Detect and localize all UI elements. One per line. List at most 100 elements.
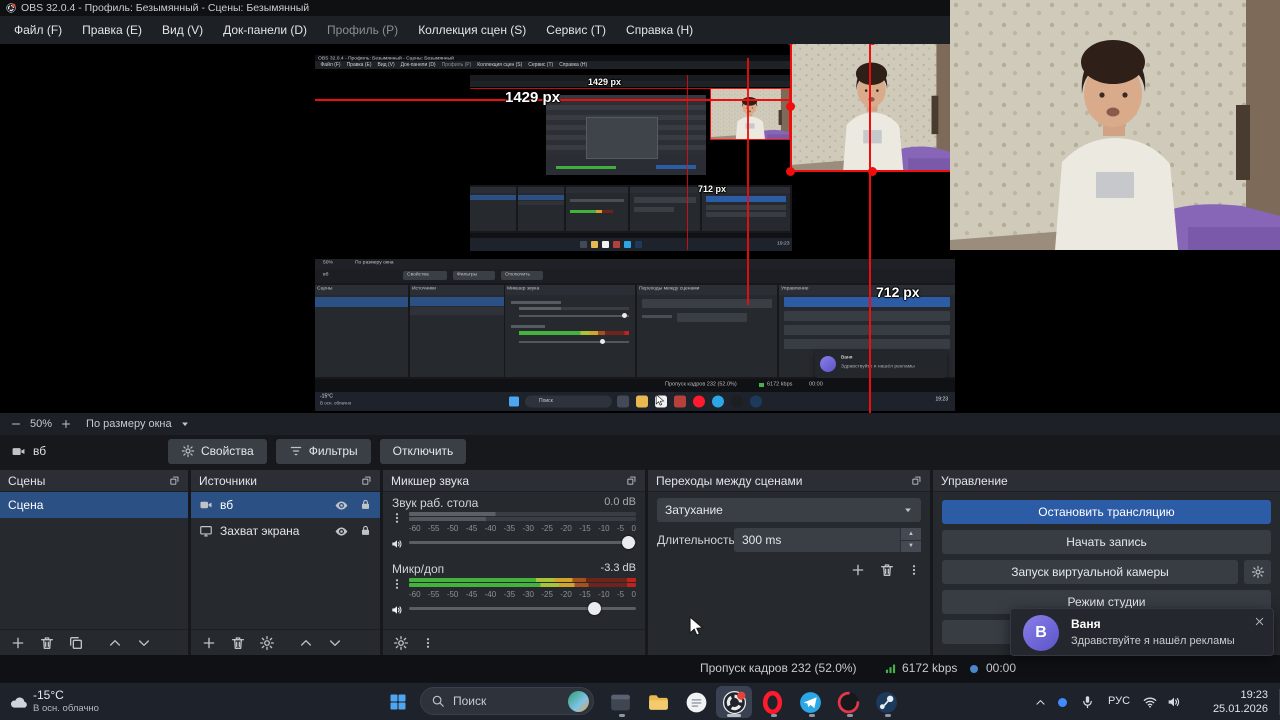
- taskbar-opera-icon[interactable]: [754, 686, 790, 718]
- menu-help[interactable]: Справка (H): [616, 18, 703, 42]
- zoom-out-icon[interactable]: [10, 418, 22, 430]
- visibility-eye-icon[interactable]: [334, 524, 349, 539]
- duration-spinner[interactable]: ▲ ▼: [900, 528, 921, 552]
- source-item-screen-capture[interactable]: Захват экрана: [191, 518, 380, 544]
- volume-slider[interactable]: [409, 536, 636, 549]
- tray-blue-icon[interactable]: [1058, 698, 1067, 707]
- disable-button[interactable]: Отключить: [379, 438, 467, 464]
- resize-guide-vertical: [869, 44, 871, 413]
- meter-scale: -60 -55 -50 -45 -40 -35 -30 -25 -20 -15 -10 -5 0: [409, 524, 636, 533]
- move-source-up-icon[interactable]: [298, 635, 314, 651]
- transitions-toolbar: [850, 562, 920, 578]
- channel-options-icon[interactable]: [391, 512, 403, 524]
- webcam-source-selected[interactable]: [786, 44, 959, 176]
- search-box[interactable]: Поиск: [420, 687, 594, 715]
- menu-file[interactable]: Файл (F): [4, 18, 72, 42]
- mute-speaker-icon[interactable]: [390, 603, 404, 617]
- visibility-eye-icon[interactable]: [334, 498, 349, 513]
- duplicate-scene-icon[interactable]: [68, 635, 84, 651]
- start-recording-button[interactable]: Начать запись: [942, 530, 1271, 554]
- move-source-down-icon[interactable]: [327, 635, 343, 651]
- channel-options-icon[interactable]: [391, 578, 403, 590]
- weather-cloud-icon[interactable]: [9, 693, 28, 712]
- meter-scale: -60 -55 -50 -45 -40 -35 -30 -25 -20 -15 -10 -5 0: [409, 590, 636, 599]
- mute-speaker-icon[interactable]: [390, 537, 404, 551]
- filter-icon: [289, 444, 303, 458]
- captured-cursor-icon: [655, 393, 665, 407]
- duration-field[interactable]: 300 ms ▲ ▼: [734, 528, 921, 552]
- popout-icon[interactable]: [169, 475, 180, 486]
- chevron-down-icon: [903, 505, 913, 515]
- screen: OBS 32.0.4 - Профиль: Безымянный - Сцены…: [0, 0, 1280, 720]
- video-camera-icon: [11, 444, 26, 459]
- close-icon[interactable]: [1254, 616, 1265, 627]
- tray-volume-icon[interactable]: [1166, 694, 1182, 710]
- taskbar-window-icon[interactable]: [602, 686, 638, 718]
- source-properties-icon[interactable]: [259, 635, 275, 651]
- taskbar: -15°C В осн. облачно Поиск РУС 19:23 25.…: [0, 682, 1280, 720]
- taskbar-folder-icon[interactable]: [640, 686, 676, 718]
- properties-button[interactable]: Свойства: [168, 438, 267, 464]
- menu-view[interactable]: Вид (V): [152, 18, 213, 42]
- message-notification[interactable]: В Ваня Здравствуйте я нашёл рекламы: [1010, 608, 1274, 656]
- virtual-camera-button[interactable]: Запуск виртуальной камеры: [942, 560, 1238, 584]
- mixer-dock-title: Микшер звука: [391, 473, 470, 488]
- zoom-in-icon[interactable]: [60, 418, 72, 430]
- chevron-down-icon[interactable]: [180, 419, 190, 429]
- lock-icon[interactable]: [359, 498, 372, 511]
- taskbar-notes-icon[interactable]: [678, 686, 714, 718]
- filters-button[interactable]: Фильтры: [275, 438, 371, 464]
- remove-source-icon[interactable]: [230, 635, 246, 651]
- weather-desc[interactable]: В осн. облачно: [33, 703, 99, 714]
- remove-transition-icon[interactable]: [879, 562, 895, 578]
- scene-item[interactable]: Сцена: [0, 492, 188, 518]
- popout-icon[interactable]: [911, 475, 922, 486]
- add-transition-icon[interactable]: [850, 562, 866, 578]
- mixer-settings-gear-icon[interactable]: [393, 635, 409, 651]
- scenes-dock-title: Сцены: [8, 473, 46, 488]
- menu-tools[interactable]: Сервис (T): [536, 18, 616, 42]
- menu-edit[interactable]: Правка (E): [72, 18, 152, 42]
- language-indicator[interactable]: РУС: [1108, 695, 1130, 707]
- start-button[interactable]: [388, 692, 408, 712]
- resize-handle[interactable]: [786, 167, 795, 176]
- virtual-camera-settings-button[interactable]: [1244, 560, 1271, 584]
- volume-meter: [409, 583, 636, 587]
- lock-icon[interactable]: [359, 524, 372, 537]
- add-scene-icon[interactable]: [10, 635, 26, 651]
- clock[interactable]: 19:23 25.01.2026: [1213, 688, 1268, 716]
- mini-zoom-row: 50% По размеру окна: [315, 259, 955, 269]
- mouse-cursor-icon: [688, 615, 705, 638]
- move-scene-up-icon[interactable]: [107, 635, 123, 651]
- popout-icon[interactable]: [361, 475, 372, 486]
- menu-scene-collection[interactable]: Коллекция сцен (S): [408, 18, 536, 42]
- resize-handle[interactable]: [786, 101, 795, 111]
- popout-icon[interactable]: [626, 475, 637, 486]
- gear-icon: [181, 444, 195, 458]
- move-scene-down-icon[interactable]: [136, 635, 152, 651]
- menu-docks[interactable]: Док-панели (D): [213, 18, 317, 42]
- signal-bars-icon: [884, 662, 897, 675]
- tray-mic-icon[interactable]: [1080, 694, 1095, 709]
- stop-streaming-button[interactable]: Остановить трансляцию: [942, 500, 1271, 524]
- add-source-icon[interactable]: [201, 635, 217, 651]
- menu-profile[interactable]: Профиль (P): [317, 18, 408, 42]
- volume-slider[interactable]: [409, 602, 636, 615]
- webcam-window[interactable]: [950, 0, 1280, 250]
- monitor-icon: [199, 524, 213, 538]
- volume-meter: [409, 578, 636, 582]
- taskbar-telegram-icon[interactable]: [792, 686, 828, 718]
- tray-wifi-icon[interactable]: [1142, 694, 1158, 710]
- fit-dropdown[interactable]: По размеру окна: [86, 418, 172, 430]
- transition-select[interactable]: Затухание: [657, 498, 921, 522]
- taskbar-obs-icon[interactable]: [716, 686, 752, 718]
- transition-options-icon[interactable]: [908, 562, 920, 578]
- resize-guide-vertical-mini: [747, 58, 749, 305]
- mixer-options-icon[interactable]: [422, 635, 434, 651]
- remove-scene-icon[interactable]: [39, 635, 55, 651]
- taskbar-steam-icon[interactable]: [868, 686, 904, 718]
- taskbar-operagx-icon[interactable]: [830, 686, 866, 718]
- source-item-webcam[interactable]: вб: [191, 492, 380, 518]
- weather-temp[interactable]: -15°C: [33, 688, 64, 702]
- tray-chevron-up-icon[interactable]: [1034, 696, 1047, 709]
